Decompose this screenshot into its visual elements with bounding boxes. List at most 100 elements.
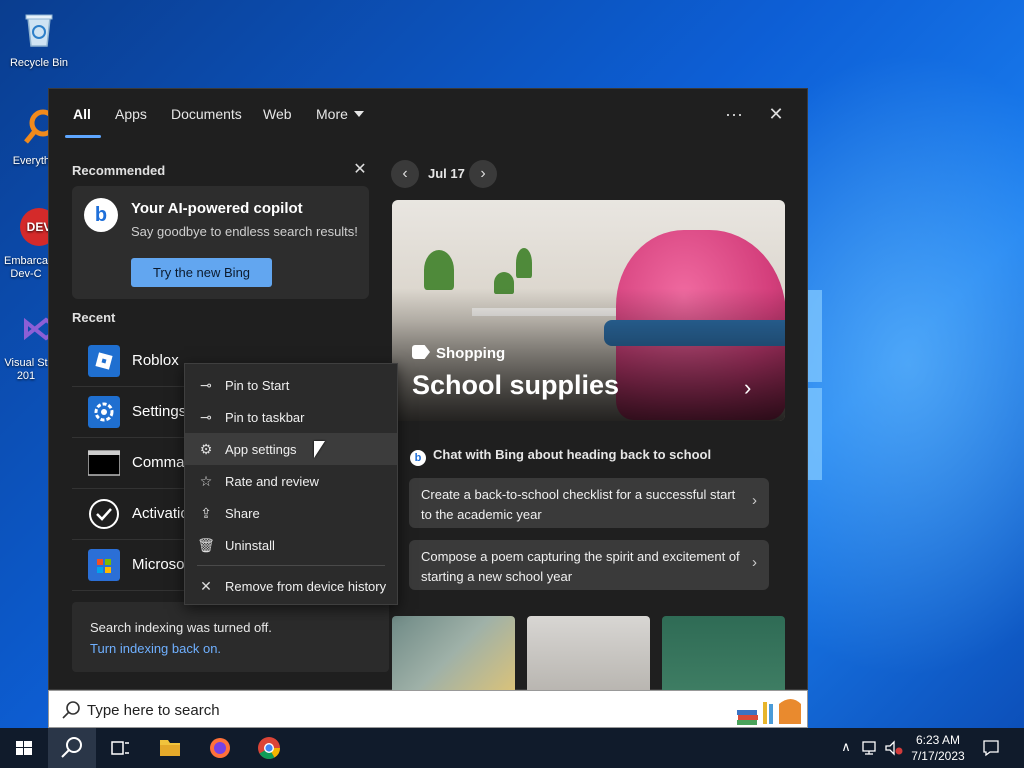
firefox-button[interactable]	[196, 728, 244, 768]
taskbar-time: 6:23 AM	[915, 733, 961, 747]
recommended-heading: Recommended	[72, 163, 166, 178]
check-circle-icon	[89, 499, 119, 529]
task-view-icon	[111, 741, 129, 755]
turn-indexing-on-link[interactable]: Turn indexing back on.	[90, 641, 221, 656]
taskbar-search-button[interactable]	[48, 728, 96, 768]
recent-heading: Recent	[72, 310, 116, 325]
chrome-button[interactable]	[245, 728, 293, 768]
recommended-title: Your AI-powered copilot	[131, 200, 303, 217]
chrome-icon	[258, 737, 280, 759]
try-bing-button[interactable]: Try the new Bing	[131, 258, 272, 287]
hero-category: Shopping	[412, 345, 505, 362]
menu-item-label: App settings	[225, 442, 297, 457]
volume-muted-icon[interactable]	[884, 740, 904, 756]
taskbar-clock[interactable]: 6:23 AM 7/17/2023	[906, 732, 970, 764]
menu-item-app-settings[interactable]: ⚙ App settings	[185, 433, 397, 465]
chat-prompt-text: Create a back-to-school checklist for a …	[421, 487, 736, 522]
search-icon	[61, 737, 82, 758]
chat-prompt-text: Compose a poem capturing the spirit and …	[421, 549, 740, 584]
recent-item-label: Comma	[132, 454, 185, 471]
windows-logo-icon	[16, 741, 32, 755]
mouse-cursor-icon	[314, 441, 325, 458]
recommended-subtitle: Say goodbye to endless search results!	[131, 224, 358, 239]
search-input[interactable]	[87, 697, 727, 723]
pin-icon: ⊸	[200, 409, 212, 425]
chevron-right-icon: ›	[752, 554, 757, 571]
menu-item-uninstall[interactable]: 🗑 Uninstall	[185, 529, 397, 561]
thumbnail-school-items[interactable]	[392, 616, 515, 690]
search-panel: All Apps Documents Web More ··· ✕ Recomm…	[48, 88, 808, 690]
recent-item-label: Settings	[132, 403, 187, 420]
taskbar-date: 7/17/2023	[911, 749, 965, 763]
next-day-button[interactable]: ›	[469, 160, 497, 188]
menu-item-rate-and-review[interactable]: ☆ Rate and review	[185, 465, 397, 497]
notifications-icon[interactable]	[982, 739, 1000, 757]
chat-prompt[interactable]: Create a back-to-school checklist for a …	[409, 478, 769, 528]
indexing-notice-text: Search indexing was turned off.	[90, 620, 272, 635]
taskbar: ∧ 6:23 AM 7/17/2023	[0, 728, 1024, 768]
menu-item-label: Rate and review	[225, 474, 319, 489]
tab-more-label: More	[316, 106, 348, 122]
start-button[interactable]	[0, 728, 48, 768]
school-supplies-hero-card[interactable]: Shopping School supplies ›	[392, 200, 785, 421]
gear-icon	[88, 396, 120, 428]
dismiss-recommended-button[interactable]: ✕	[343, 157, 377, 183]
menu-item-label: Remove from device history	[225, 579, 387, 594]
bing-icon: b	[410, 450, 426, 466]
wallpaper-window-pane	[808, 290, 822, 382]
more-options-button[interactable]: ···	[717, 101, 751, 127]
tab-all[interactable]: All	[73, 106, 91, 122]
active-tab-indicator	[65, 135, 101, 138]
school-supplies-icon	[737, 699, 801, 725]
recent-item-label: Microso	[132, 556, 185, 573]
trash-icon: 🗑	[197, 537, 215, 553]
app-context-menu: ⊸ Pin to Start ⊸ Pin to taskbar ⚙ App se…	[184, 363, 398, 605]
menu-item-label: Pin to taskbar	[225, 410, 305, 425]
menu-separator	[197, 565, 385, 566]
gear-icon: ⚙	[199, 441, 213, 457]
network-icon[interactable]	[861, 740, 879, 756]
menu-item-label: Pin to Start	[225, 378, 290, 393]
tag-icon	[412, 345, 430, 359]
terminal-icon	[88, 450, 120, 476]
desktop-icon-recycle-bin[interactable]: Recycle Bin	[0, 8, 78, 70]
taskbar-search-box[interactable]	[48, 690, 808, 728]
tab-apps[interactable]: Apps	[115, 106, 147, 122]
roblox-icon	[88, 345, 120, 377]
recent-item-label: Activatio	[132, 505, 189, 522]
search-icon	[62, 701, 80, 719]
chat-prompt[interactable]: Compose a poem capturing the spirit and …	[409, 540, 769, 590]
pin-icon: ⊸	[200, 377, 212, 393]
close-icon: ✕	[200, 578, 212, 594]
wallpaper-window-pane	[808, 388, 822, 480]
menu-item-label: Share	[225, 506, 260, 521]
menu-item-pin-to-start[interactable]: ⊸ Pin to Start	[185, 369, 397, 401]
menu-item-remove-from-history[interactable]: ✕ Remove from device history	[185, 570, 397, 602]
show-hidden-icons-button[interactable]: ∧	[838, 739, 854, 755]
star-icon: ☆	[199, 473, 213, 489]
tab-documents[interactable]: Documents	[171, 106, 242, 122]
menu-item-label: Uninstall	[225, 538, 275, 553]
recommended-card: b Your AI-powered copilot Say goodbye to…	[72, 186, 369, 299]
hero-title: School supplies	[412, 370, 620, 400]
tab-web[interactable]: Web	[263, 106, 292, 122]
previous-day-button[interactable]: ‹	[391, 160, 419, 188]
tab-more[interactable]: More	[316, 106, 364, 122]
chevron-right-icon: ›	[744, 375, 752, 400]
close-button[interactable]: ✕	[759, 101, 793, 127]
recycle-bin-icon	[25, 14, 53, 47]
recent-item-label: Roblox	[132, 352, 179, 369]
file-explorer-button[interactable]	[146, 728, 194, 768]
indexing-notice: Search indexing was turned off. Turn ind…	[72, 602, 389, 672]
desktop-icon-label: Recycle Bin	[9, 57, 69, 69]
thumbnail-room[interactable]	[527, 616, 650, 690]
store-icon	[88, 549, 120, 581]
thumbnail-chalkboard[interactable]	[662, 616, 785, 690]
menu-item-pin-to-taskbar[interactable]: ⊸ Pin to taskbar	[185, 401, 397, 433]
task-view-button[interactable]	[96, 728, 144, 768]
share-icon: ⇪	[200, 505, 212, 521]
chevron-down-icon	[353, 111, 364, 117]
chat-heading-label: Chat with Bing about heading back to sch…	[433, 447, 712, 462]
folder-icon	[160, 740, 180, 756]
menu-item-share[interactable]: ⇪ Share	[185, 497, 397, 529]
